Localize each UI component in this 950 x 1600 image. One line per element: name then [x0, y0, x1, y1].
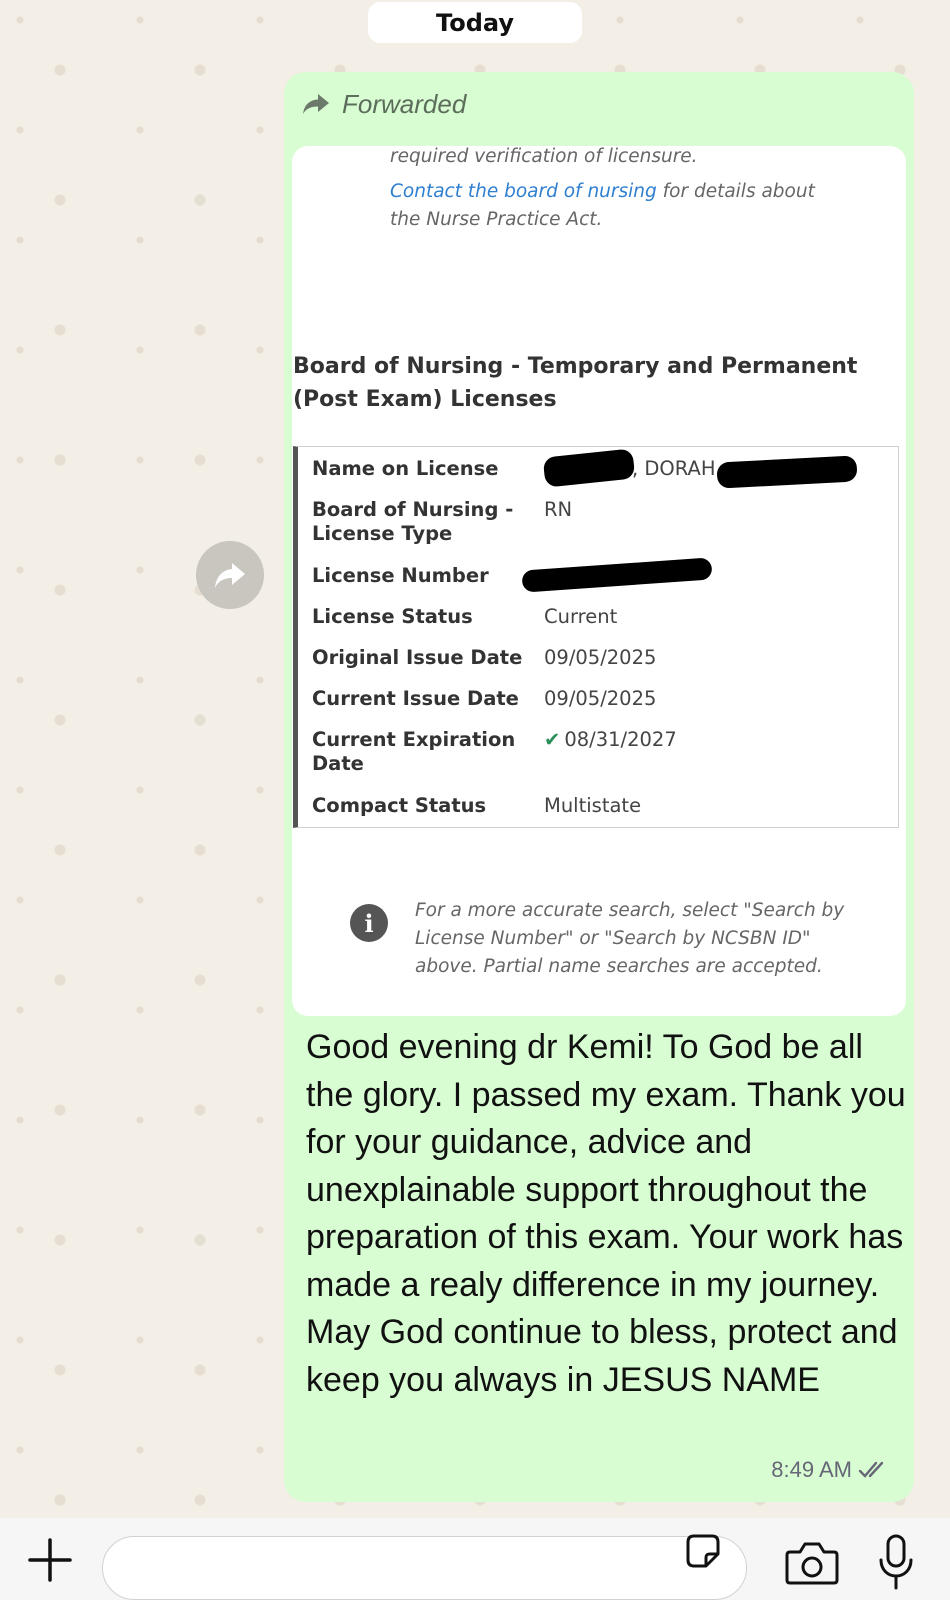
microphone-button[interactable] [876, 1532, 916, 1594]
forwarded-label: Forwarded [342, 88, 467, 119]
read-receipt-icon [858, 1461, 884, 1478]
row-label: Current Issue Date [312, 687, 519, 710]
camera-icon [785, 1542, 839, 1585]
message-bubble[interactable]: Forwarded required verification of licen… [284, 72, 914, 1502]
share-arrow-icon [215, 563, 245, 588]
plus-icon [28, 1538, 72, 1582]
row-label: License Number [312, 564, 489, 587]
message-input[interactable] [102, 1536, 747, 1600]
row-label: Current Expiration Date [312, 728, 516, 775]
camera-button[interactable] [784, 1538, 840, 1588]
info-icon: i [350, 904, 388, 942]
row-label: License Status [312, 605, 473, 628]
row-value: 09/05/2025 [544, 687, 657, 710]
row-label: Board of Nursing - License Type [312, 498, 514, 545]
microphone-icon [879, 1534, 913, 1590]
row-label: Compact Status [312, 794, 487, 817]
sticker-icon [686, 1534, 720, 1568]
message-meta: 8:49 AM [771, 1457, 892, 1483]
row-value: Multistate [544, 794, 642, 817]
row-value: ✔ 08/31/2027 [544, 728, 677, 752]
row-value: Current [544, 605, 618, 628]
message-composer [0, 1518, 950, 1600]
message-time: 8:49 AM [771, 1457, 852, 1482]
checkmark-icon: ✔ [544, 728, 561, 751]
contact-note-suffix: for details about [656, 181, 815, 202]
redaction-mark [521, 557, 713, 593]
row-value: RN [544, 498, 573, 521]
search-info-note: For a more accurate search, select "Sear… [415, 900, 845, 977]
nurse-practice-note: the Nurse Practice Act. [390, 209, 603, 230]
row-label: Name on License [312, 457, 499, 480]
row-label: Original Issue Date [312, 646, 523, 669]
sticker-button[interactable] [682, 1530, 724, 1572]
row-value: , DORAH [632, 457, 716, 480]
forwarded-indicator: Forwarded [302, 86, 466, 122]
expiration-date: 08/31/2027 [564, 728, 677, 751]
contact-board-link[interactable]: Contact the board of nursing [390, 181, 657, 202]
license-table: Name on License , DORAH Board of Nursing… [293, 446, 899, 828]
row-value: 09/05/2025 [544, 646, 657, 669]
redaction-mark [542, 448, 636, 488]
forwarded-arrow-icon [303, 94, 329, 114]
attach-button[interactable] [22, 1532, 78, 1588]
redaction-mark [716, 455, 858, 489]
date-separator: Today [368, 2, 582, 43]
verification-note: required verification of licensure. [390, 146, 698, 167]
message-text: Good evening dr Kemi! To God be all the … [306, 1028, 906, 1399]
license-screenshot-card[interactable]: required verification of licensure. Cont… [292, 146, 906, 1016]
section-title: Board of Nursing - Temporary and Permane… [293, 354, 858, 412]
contact-note: Contact the board of nursing for details… [390, 178, 860, 206]
forward-button[interactable] [196, 541, 264, 609]
